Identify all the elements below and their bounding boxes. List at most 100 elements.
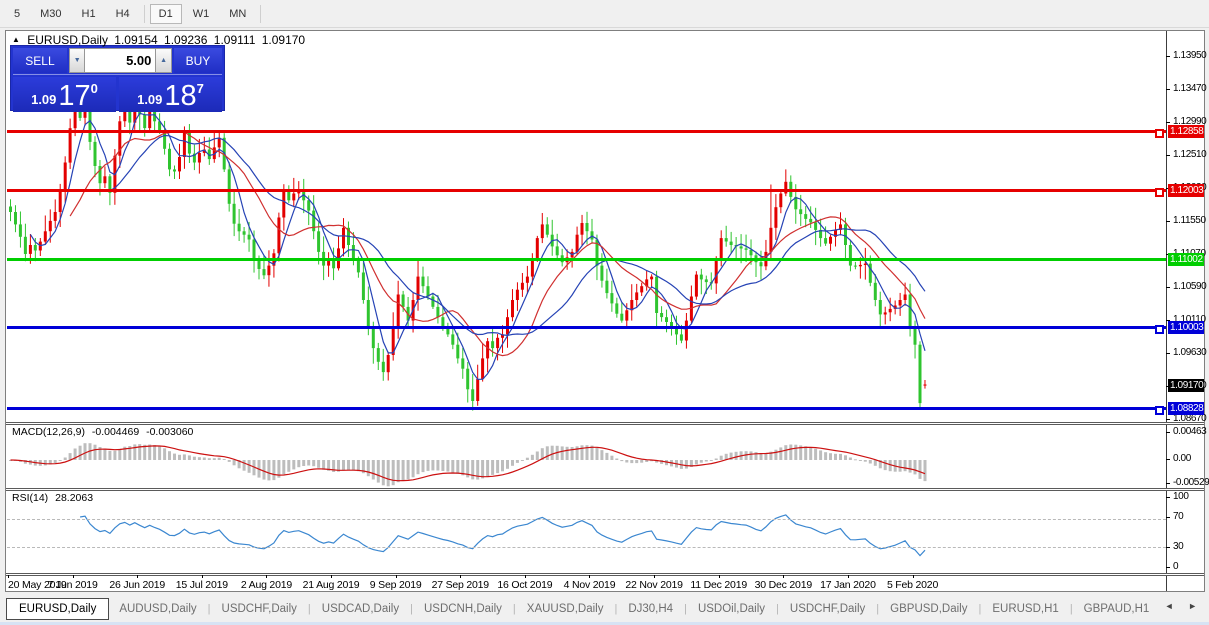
macd-tick-mark — [1166, 432, 1170, 433]
chart-window[interactable]: ▲ EURUSD,Daily 1.09154 1.09236 1.09111 1… — [5, 30, 1209, 592]
buy-price-pips: 18 — [164, 80, 197, 112]
tab-xauusd-daily[interactable]: XAUUSD,Daily — [517, 599, 614, 619]
tab-gbpaud-h1[interactable]: GBPAUD,H1 — [1074, 599, 1160, 619]
rsi-level-line — [7, 518, 1166, 520]
date-label: 4 Nov 2019 — [563, 579, 616, 591]
tab-usdchf-daily[interactable]: USDCHF,Daily — [212, 599, 307, 619]
date-label: 2 Aug 2019 — [240, 579, 292, 591]
level-line-1.12858[interactable] — [7, 130, 1166, 133]
volume-input[interactable] — [85, 48, 156, 73]
macd-name: MACD(12,26,9) — [12, 426, 85, 438]
level-line-1.08828[interactable] — [7, 407, 1166, 410]
date-label: 21 Aug 2019 — [302, 579, 360, 591]
ohlc-low: 1.09111 — [213, 33, 256, 47]
sell-price-display[interactable]: 1.09 17 0 — [13, 77, 116, 112]
tab-usdoil-daily[interactable]: USDOil,Daily — [688, 599, 775, 619]
price-tick-mark — [1166, 419, 1170, 420]
price-tick-mark — [1166, 122, 1170, 123]
date-label: 17 Jan 2020 — [820, 579, 876, 591]
price-tick-label: 1.11550 — [1173, 215, 1206, 226]
rsi-tick-mark — [1166, 567, 1170, 568]
macd-tick-label: 0.00463 — [1173, 426, 1207, 437]
tab-separator: | — [776, 602, 779, 615]
price-tick-label: 1.13950 — [1173, 50, 1207, 61]
timeframe-w1[interactable]: W1 — [184, 4, 219, 24]
sell-price-base: 1.09 — [31, 92, 57, 107]
level-marker[interactable] — [1155, 325, 1164, 334]
date-tick-mark — [847, 575, 849, 578]
date-label: 5 Feb 2020 — [886, 579, 939, 591]
date-tick-mark — [137, 575, 139, 578]
collapse-icon[interactable]: ▲ — [12, 35, 20, 44]
level-price-label: 1.10003 — [1168, 321, 1204, 334]
timeframe-mn[interactable]: MN — [220, 4, 255, 24]
price-tick-label: 1.12510 — [1173, 149, 1207, 160]
date-tick-mark — [589, 575, 591, 578]
tab-separator: | — [978, 602, 982, 615]
macd-tick-label: -0.005299 — [1173, 477, 1209, 488]
timeframe-h4[interactable]: H4 — [107, 4, 139, 24]
date-label: 11 Dec 2019 — [690, 579, 747, 591]
ohlc-open: 1.09154 — [114, 33, 158, 47]
level-price-label: 1.12003 — [1168, 184, 1204, 197]
level-marker[interactable] — [1155, 188, 1164, 197]
date-tick-mark — [395, 575, 397, 578]
price-tick-label: 1.13470 — [1173, 83, 1207, 94]
volume-increase-button[interactable]: ▲ — [155, 48, 172, 73]
toolbar-separator — [143, 4, 145, 23]
date-tick-mark — [72, 575, 74, 578]
tab-gbpusd-daily[interactable]: GBPUSD,Daily — [880, 599, 977, 619]
tab-audusd-daily[interactable]: AUDUSD,Daily — [109, 599, 206, 619]
tab-separator: | — [614, 602, 618, 615]
sell-button[interactable]: SELL — [13, 48, 67, 73]
panel-splitter[interactable] — [6, 488, 1204, 491]
timeframe-h1[interactable]: H1 — [73, 4, 105, 24]
price-axis-border — [1166, 31, 1167, 591]
tab-separator: | — [876, 602, 880, 615]
level-marker[interactable] — [1155, 129, 1164, 138]
tab-usdcnh-daily[interactable]: USDCNH,Daily — [414, 599, 512, 619]
level-line-1.10003[interactable] — [7, 326, 1166, 329]
level-marker[interactable] — [1155, 406, 1164, 415]
tab-separator: | — [207, 602, 211, 615]
date-tick-mark — [331, 575, 333, 578]
tab-dj30-h4[interactable]: DJ30,H4 — [618, 599, 683, 619]
tab-usdcad-daily[interactable]: USDCAD,Daily — [312, 599, 409, 619]
tab-separator: | — [512, 602, 516, 615]
price-tick-mark — [1166, 221, 1170, 222]
tab-separator: | — [684, 602, 687, 615]
tab-eurusd-h1[interactable]: EURUSD,H1 — [982, 599, 1068, 619]
toolbar-separator — [260, 4, 262, 23]
buy-button[interactable]: BUY — [173, 48, 222, 73]
price-tick-mark — [1166, 287, 1170, 288]
symbol-tab-bar: EURUSD,Daily AUDUSD,Daily | USDCHF,Daily | US… — [0, 595, 1209, 622]
rsi-indicator-canvas[interactable] — [7, 491, 1166, 572]
date-tick-mark — [8, 575, 9, 578]
level-line-1.11002[interactable] — [7, 258, 1166, 261]
date-label: 16 Oct 2019 — [497, 579, 553, 591]
rsi-tick-label: 100 — [1173, 491, 1189, 502]
tab-usdchf-daily[interactable]: USDCHF,Daily — [780, 599, 875, 619]
buy-price-display[interactable]: 1.09 18 7 — [119, 77, 222, 112]
timeframe-toolbar: 5 M30 H1 H4 D1 W1 MN — [0, 0, 1209, 28]
tab-scroll-arrows[interactable]: ◄ ► — [1165, 601, 1203, 611]
rsi-tick-label: 30 — [1173, 541, 1184, 552]
sell-price-pips: 17 — [58, 80, 91, 112]
panel-splitter[interactable] — [6, 573, 1204, 576]
panel-splitter[interactable] — [6, 422, 1204, 425]
timeframe-d1[interactable]: D1 — [149, 3, 182, 24]
level-line-1.12003[interactable] — [7, 189, 1166, 192]
macd-tick-mark — [1166, 483, 1170, 484]
volume-decrease-button[interactable]: ▼ — [68, 48, 86, 73]
tab-eurusd-daily[interactable]: EURUSD,Daily — [6, 597, 110, 620]
price-tick-label: 1.10590 — [1173, 281, 1207, 292]
timeframe-m30[interactable]: M30 — [31, 4, 70, 24]
date-label: 7 Jun 2019 — [47, 579, 98, 591]
one-click-trading-panel: SELL ▼ ▲ BUY 1.09 17 0 1.09 18 7 — [10, 45, 225, 112]
tab-separator: | — [1069, 602, 1073, 615]
rsi-tick-mark — [1166, 517, 1170, 518]
level-price-label: 1.08828 — [1168, 402, 1204, 415]
timeframe-5[interactable]: 5 — [5, 4, 29, 24]
date-label: 30 Dec 2019 — [754, 579, 813, 591]
rsi-header: RSI(14) 28.2063 — [12, 492, 97, 504]
